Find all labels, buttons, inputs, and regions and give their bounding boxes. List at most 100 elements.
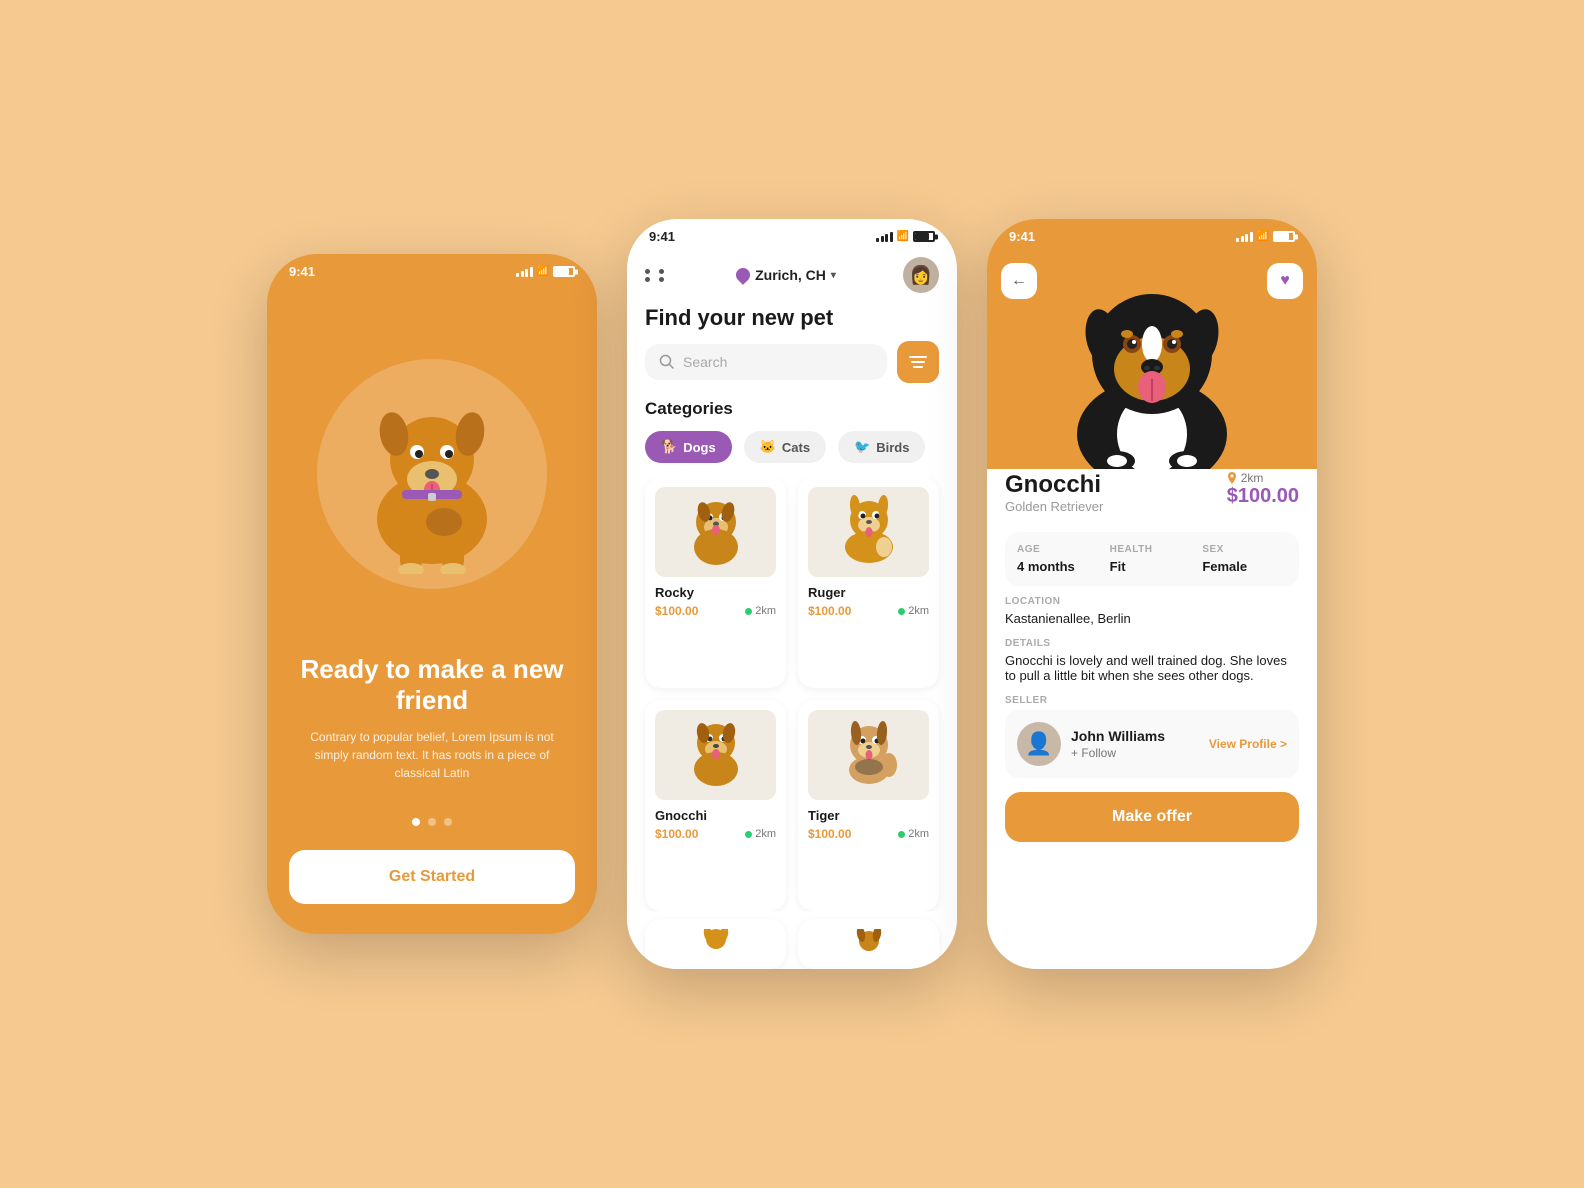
search-box[interactable]: Search	[645, 344, 887, 380]
location-text: Zurich, CH	[755, 267, 826, 283]
view-profile-button[interactable]: View Profile >	[1209, 737, 1287, 751]
dog-circle	[317, 359, 547, 589]
status-icons-1: 📶	[516, 266, 575, 277]
pet-card-rocky[interactable]: Rocky $100.00 2km	[645, 477, 786, 688]
user-avatar[interactable]: 👩	[903, 257, 939, 293]
wifi-icon-3: 📶	[1257, 231, 1269, 242]
get-started-button[interactable]: Get Started	[289, 850, 575, 904]
filter-button[interactable]	[897, 341, 939, 383]
dogs-icon: 🐕	[661, 439, 677, 455]
pet-price-row-rocky: $100.00 2km	[655, 604, 776, 618]
location-icon-3	[1227, 472, 1237, 484]
pet-big-name-col: Gnocchi Golden Retriever	[1005, 471, 1103, 518]
pet-image-tiger	[808, 710, 929, 800]
age-label: AGE	[1017, 544, 1102, 555]
pet-distance-rocky: 2km	[745, 605, 776, 617]
status-bar-2: 9:41 📶	[627, 219, 957, 249]
more-pet-2	[798, 919, 939, 969]
chevron-down-icon: ▾	[831, 270, 836, 281]
category-cats[interactable]: 🐱 Cats	[744, 431, 826, 463]
more-pet-1	[645, 919, 786, 969]
pets-grid: Rocky $100.00 2km	[627, 477, 957, 911]
birds-icon: 🐦	[854, 439, 870, 455]
location-section-value: Kastanienallee, Berlin	[1005, 611, 1299, 626]
dot-2	[428, 818, 436, 826]
category-birds[interactable]: 🐦 Birds	[838, 431, 925, 463]
seller-avatar: 👤	[1017, 722, 1061, 766]
distance-dot-tiger	[898, 831, 905, 838]
search-placeholder: Search	[683, 354, 727, 370]
stat-sex: SEX Female	[1202, 544, 1287, 574]
signal-icon-3	[1236, 232, 1253, 242]
img-dot-1	[1144, 453, 1150, 459]
onboarding-dots	[412, 818, 452, 826]
pet-card-tiger[interactable]: Tiger $100.00 2km	[798, 700, 939, 911]
pet-distance-tiger: 2km	[898, 828, 929, 840]
pet-distance-text: 2km	[1241, 471, 1264, 485]
pet-card-ruger[interactable]: Ruger $100.00 2km	[798, 477, 939, 688]
pet-name-tiger: Tiger	[808, 808, 929, 823]
pet-location-badge: 2km	[1227, 471, 1299, 485]
details-section-value: Gnocchi is lovely and well trained dog. …	[1005, 653, 1299, 683]
seller-info: John Williams + Follow	[1071, 728, 1199, 760]
age-value: 4 months	[1017, 559, 1102, 574]
pet-price-row-tiger: $100.00 2km	[808, 827, 929, 841]
pet-hero-image: ← ♥	[987, 249, 1317, 469]
onboarding-title: Ready to make a new friend	[297, 654, 567, 716]
phone2-header: Zurich, CH ▾ 👩	[627, 249, 957, 301]
category-dogs[interactable]: 🐕 Dogs	[645, 431, 732, 463]
pet-price-row-ruger: $100.00 2km	[808, 604, 929, 618]
img-dot-2	[1155, 453, 1161, 459]
birds-label: Birds	[876, 440, 909, 455]
status-icons-3: 📶	[1236, 231, 1295, 242]
pet-distance-gnocchi: 2km	[745, 828, 776, 840]
pet-image-gnocchi	[655, 710, 776, 800]
filter-icon	[909, 355, 927, 369]
pet-price-ruger: $100.00	[808, 604, 851, 618]
status-bar-3: 9:41 📶	[987, 219, 1317, 249]
status-time-1: 9:41	[289, 264, 315, 279]
seller-follow[interactable]: + Follow	[1071, 746, 1199, 760]
status-bar-1: 9:41 📶	[267, 254, 597, 284]
menu-button[interactable]	[645, 269, 669, 282]
health-value: Fit	[1110, 559, 1195, 574]
phone-onboarding: 9:41 📶	[267, 254, 597, 934]
phone-listing: 9:41 📶	[627, 219, 957, 969]
pet-distance-ruger: 2km	[898, 605, 929, 617]
pet-detail-panel: Gnocchi Golden Retriever 2km $100.00	[987, 453, 1317, 969]
location-section-label: LOCATION	[1005, 596, 1299, 607]
hero-dog-svg	[1002, 269, 1302, 469]
cats-icon: 🐱	[760, 439, 776, 455]
pet-price-gnocchi: $100.00	[655, 827, 698, 841]
pet-price-col: 2km $100.00	[1227, 471, 1299, 508]
distance-dot-gnocchi	[745, 831, 752, 838]
phone-detail: 9:41 📶	[987, 219, 1317, 969]
pet-big-price: $100.00	[1227, 485, 1299, 508]
status-time-3: 9:41	[1009, 229, 1035, 244]
search-row: Search	[627, 341, 957, 397]
pet-name-gnocchi: Gnocchi	[655, 808, 776, 823]
pet-stats: AGE 4 months HEALTH Fit SEX Female	[1005, 532, 1299, 586]
seller-name: John Williams	[1071, 728, 1199, 744]
location-pin-icon	[733, 265, 753, 285]
cats-label: Cats	[782, 440, 810, 455]
make-offer-button[interactable]: Make offer	[1005, 792, 1299, 842]
pet-card-gnocchi[interactable]: Gnocchi $100.00 2km	[645, 700, 786, 911]
favorite-button[interactable]: ♥	[1267, 263, 1303, 299]
status-icons-2: 📶	[876, 231, 935, 242]
location-badge[interactable]: Zurich, CH ▾	[736, 267, 836, 283]
pet-name-rocky: Rocky	[655, 585, 776, 600]
dot-3	[444, 818, 452, 826]
wifi-icon-2: 📶	[897, 231, 909, 242]
search-icon	[659, 354, 675, 370]
find-title: Find your new pet	[627, 301, 957, 341]
battery-icon-3	[1273, 231, 1295, 242]
details-section-label: DETAILS	[1005, 638, 1299, 649]
pet-image-rocky	[655, 487, 776, 577]
stat-health: HEALTH Fit	[1110, 544, 1195, 574]
back-button[interactable]: ←	[1001, 263, 1037, 299]
image-dots	[1144, 453, 1161, 459]
wifi-icon-1: 📶	[537, 266, 549, 277]
sex-value: Female	[1202, 559, 1287, 574]
onboarding-text: Ready to make a new friend Contrary to p…	[267, 654, 597, 802]
